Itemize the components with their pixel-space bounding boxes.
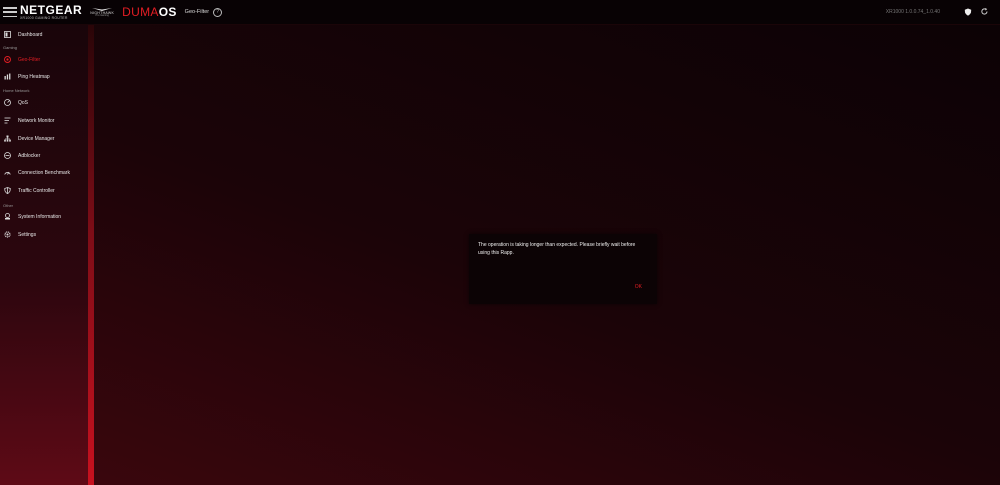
sidebar-item-system-information[interactable]: System Information (0, 210, 88, 223)
dumaos-logo: DUMAOS (122, 5, 177, 19)
sidebar-item-label: Ping Heatmap (18, 73, 50, 80)
sidebar-item-label: Traffic Controller (18, 187, 55, 194)
benchmark-icon (4, 169, 11, 176)
network-monitor-icon (4, 117, 11, 124)
sidebar-item-label: Settings (18, 231, 37, 238)
section-label-home-network: Home Network (3, 88, 30, 93)
sidebar-item-adblocker[interactable]: Adblocker (0, 149, 88, 162)
sidebar-item-dashboard[interactable]: Dashboard (0, 28, 88, 41)
sidebar-item-connection-benchmark[interactable]: Connection Benchmark (0, 166, 88, 179)
system-info-icon (4, 213, 11, 220)
sidebar-item-label: Adblocker (18, 152, 41, 159)
brand-name: NETGEAR (20, 2, 83, 17)
sidebar-item-network-monitor[interactable]: Network Monitor (0, 114, 88, 127)
brand-subtitle: XR1000 GAMING ROUTER (20, 15, 68, 20)
qos-icon (4, 99, 11, 106)
sidebar-item-label: System Information (18, 213, 62, 220)
sidebar-item-traffic-controller[interactable]: Traffic Controller (0, 184, 88, 197)
hamburger-menu-icon[interactable] (3, 7, 17, 17)
traffic-controller-icon (4, 187, 11, 194)
sidebar-item-label: Geo-Filter (18, 56, 41, 63)
nighthawk-subtitle: Pro Gaming (95, 14, 109, 17)
shield-icon[interactable] (964, 8, 972, 16)
section-label-other: Other (3, 203, 14, 208)
firmware-version: XR1000 1.0.0.74_1.0.40 (885, 9, 940, 15)
sidebar-item-geo-filter[interactable]: Geo-Filter (0, 53, 88, 66)
sidebar: Dashboard Gaming Geo-Filter Ping Heatmap… (0, 25, 88, 485)
page-title: Geo-Filter (184, 9, 210, 15)
ping-heatmap-icon (4, 73, 11, 80)
geo-filter-icon (4, 56, 11, 63)
sidebar-item-ping-heatmap[interactable]: Ping Heatmap (0, 70, 88, 83)
sidebar-item-label: Network Monitor (18, 117, 55, 124)
sidebar-item-device-manager[interactable]: Device Manager (0, 132, 88, 145)
sidebar-item-qos[interactable]: QoS (0, 96, 88, 109)
refresh-icon[interactable] (980, 7, 989, 16)
settings-icon (4, 231, 11, 238)
ok-button[interactable]: OK (635, 284, 642, 290)
section-label-gaming: Gaming (3, 45, 18, 50)
top-bar: NETGEAR XR1000 GAMING ROUTER NIGHTHAWK P… (0, 0, 1000, 25)
dashboard-icon (4, 31, 11, 38)
sidebar-item-label: Connection Benchmark (18, 169, 70, 176)
dumaos-logo-duma: DUMA (122, 5, 159, 19)
dialog-message: The operation is taking longer than expe… (478, 242, 636, 256)
nighthawk-logo: NIGHTHAWK Pro Gaming (90, 7, 114, 18)
sidebar-item-label: QoS (18, 99, 29, 106)
timeout-dialog: The operation is taking longer than expe… (469, 234, 657, 304)
dumaos-logo-os: OS (158, 5, 177, 19)
adblocker-icon (4, 152, 11, 159)
sidebar-item-settings[interactable]: Settings (0, 228, 88, 241)
device-manager-icon (4, 135, 11, 142)
netgear-logo: NETGEAR XR1000 GAMING ROUTER (20, 4, 82, 21)
sidebar-item-label: Dashboard (18, 31, 43, 38)
help-icon[interactable]: ? (213, 7, 223, 17)
sidebar-item-label: Device Manager (18, 135, 55, 142)
